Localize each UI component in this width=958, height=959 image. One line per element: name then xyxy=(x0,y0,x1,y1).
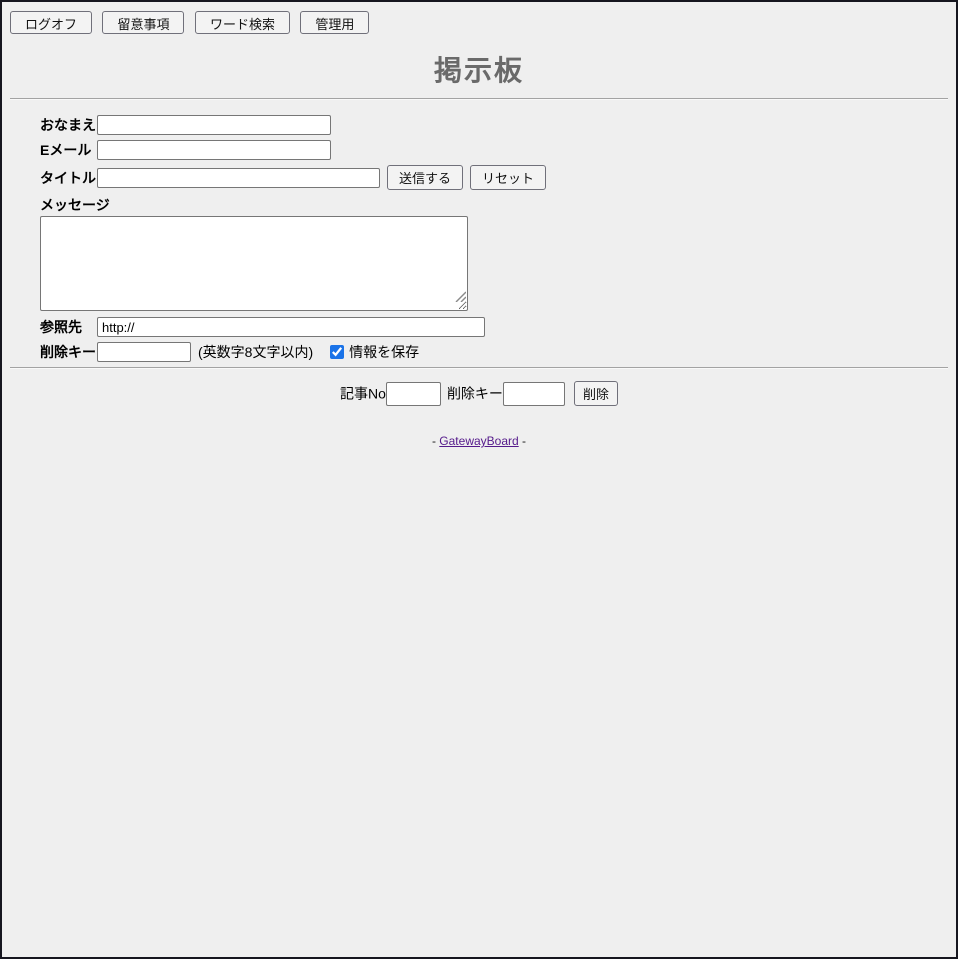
delete-key-input[interactable] xyxy=(97,342,191,362)
article-no-input[interactable] xyxy=(386,382,441,406)
admin-button[interactable]: 管理用 xyxy=(300,11,369,34)
delete-key-hint: (英数字8文字以内) xyxy=(198,342,313,362)
delete-article-key-label: 削除キー xyxy=(447,386,503,402)
delete-article-form: 記事No 削除キー 削除 xyxy=(10,381,948,406)
url-input[interactable] xyxy=(97,317,485,337)
message-area-wrap xyxy=(40,216,468,311)
save-info-wrap: 情報を保存 xyxy=(330,342,419,362)
title-label: タイトル xyxy=(40,168,97,188)
email-label: Eメール xyxy=(40,140,97,160)
delete-key-label: 削除キー xyxy=(40,342,97,362)
title-divider xyxy=(10,98,948,100)
save-info-checkbox[interactable] xyxy=(330,345,344,359)
post-form: おなまえ Eメール タイトル 送信する リセット メッセージ 参照先 削除キ xyxy=(40,115,948,362)
save-info-label: 情報を保存 xyxy=(349,342,419,362)
name-input[interactable] xyxy=(97,115,331,135)
email-input[interactable] xyxy=(97,140,331,160)
name-row: おなまえ xyxy=(40,115,948,135)
word-search-button[interactable]: ワード検索 xyxy=(195,11,290,34)
article-no-label: 記事No xyxy=(340,386,386,402)
name-label: おなまえ xyxy=(40,115,97,135)
bulletin-board-page: ログオフ 留意事項 ワード検索 管理用 掲示板 おなまえ Eメール タイトル 送… xyxy=(0,0,958,959)
url-row: 参照先 xyxy=(40,317,948,337)
submit-button[interactable]: 送信する xyxy=(387,165,463,190)
reset-button[interactable]: リセット xyxy=(470,165,546,190)
footer: - GatewayBoard - xyxy=(10,434,948,448)
page-title: 掲示板 xyxy=(10,49,948,89)
url-label: 参照先 xyxy=(40,317,97,337)
toolbar: ログオフ 留意事項 ワード検索 管理用 xyxy=(10,11,948,34)
message-label: メッセージ xyxy=(40,195,948,215)
delete-article-key-input[interactable] xyxy=(503,382,565,406)
gatewayboard-link[interactable]: GatewayBoard xyxy=(439,434,518,448)
notes-button[interactable]: 留意事項 xyxy=(102,11,184,34)
footer-suffix: - xyxy=(519,434,526,448)
title-row: タイトル 送信する リセット xyxy=(40,165,948,190)
delete-button[interactable]: 削除 xyxy=(574,381,618,406)
form-divider xyxy=(10,367,948,369)
message-textarea[interactable] xyxy=(40,216,468,311)
delete-key-row: 削除キー (英数字8文字以内) 情報を保存 xyxy=(40,342,948,362)
email-row: Eメール xyxy=(40,140,948,160)
title-input[interactable] xyxy=(97,168,380,188)
logoff-button[interactable]: ログオフ xyxy=(10,11,92,34)
